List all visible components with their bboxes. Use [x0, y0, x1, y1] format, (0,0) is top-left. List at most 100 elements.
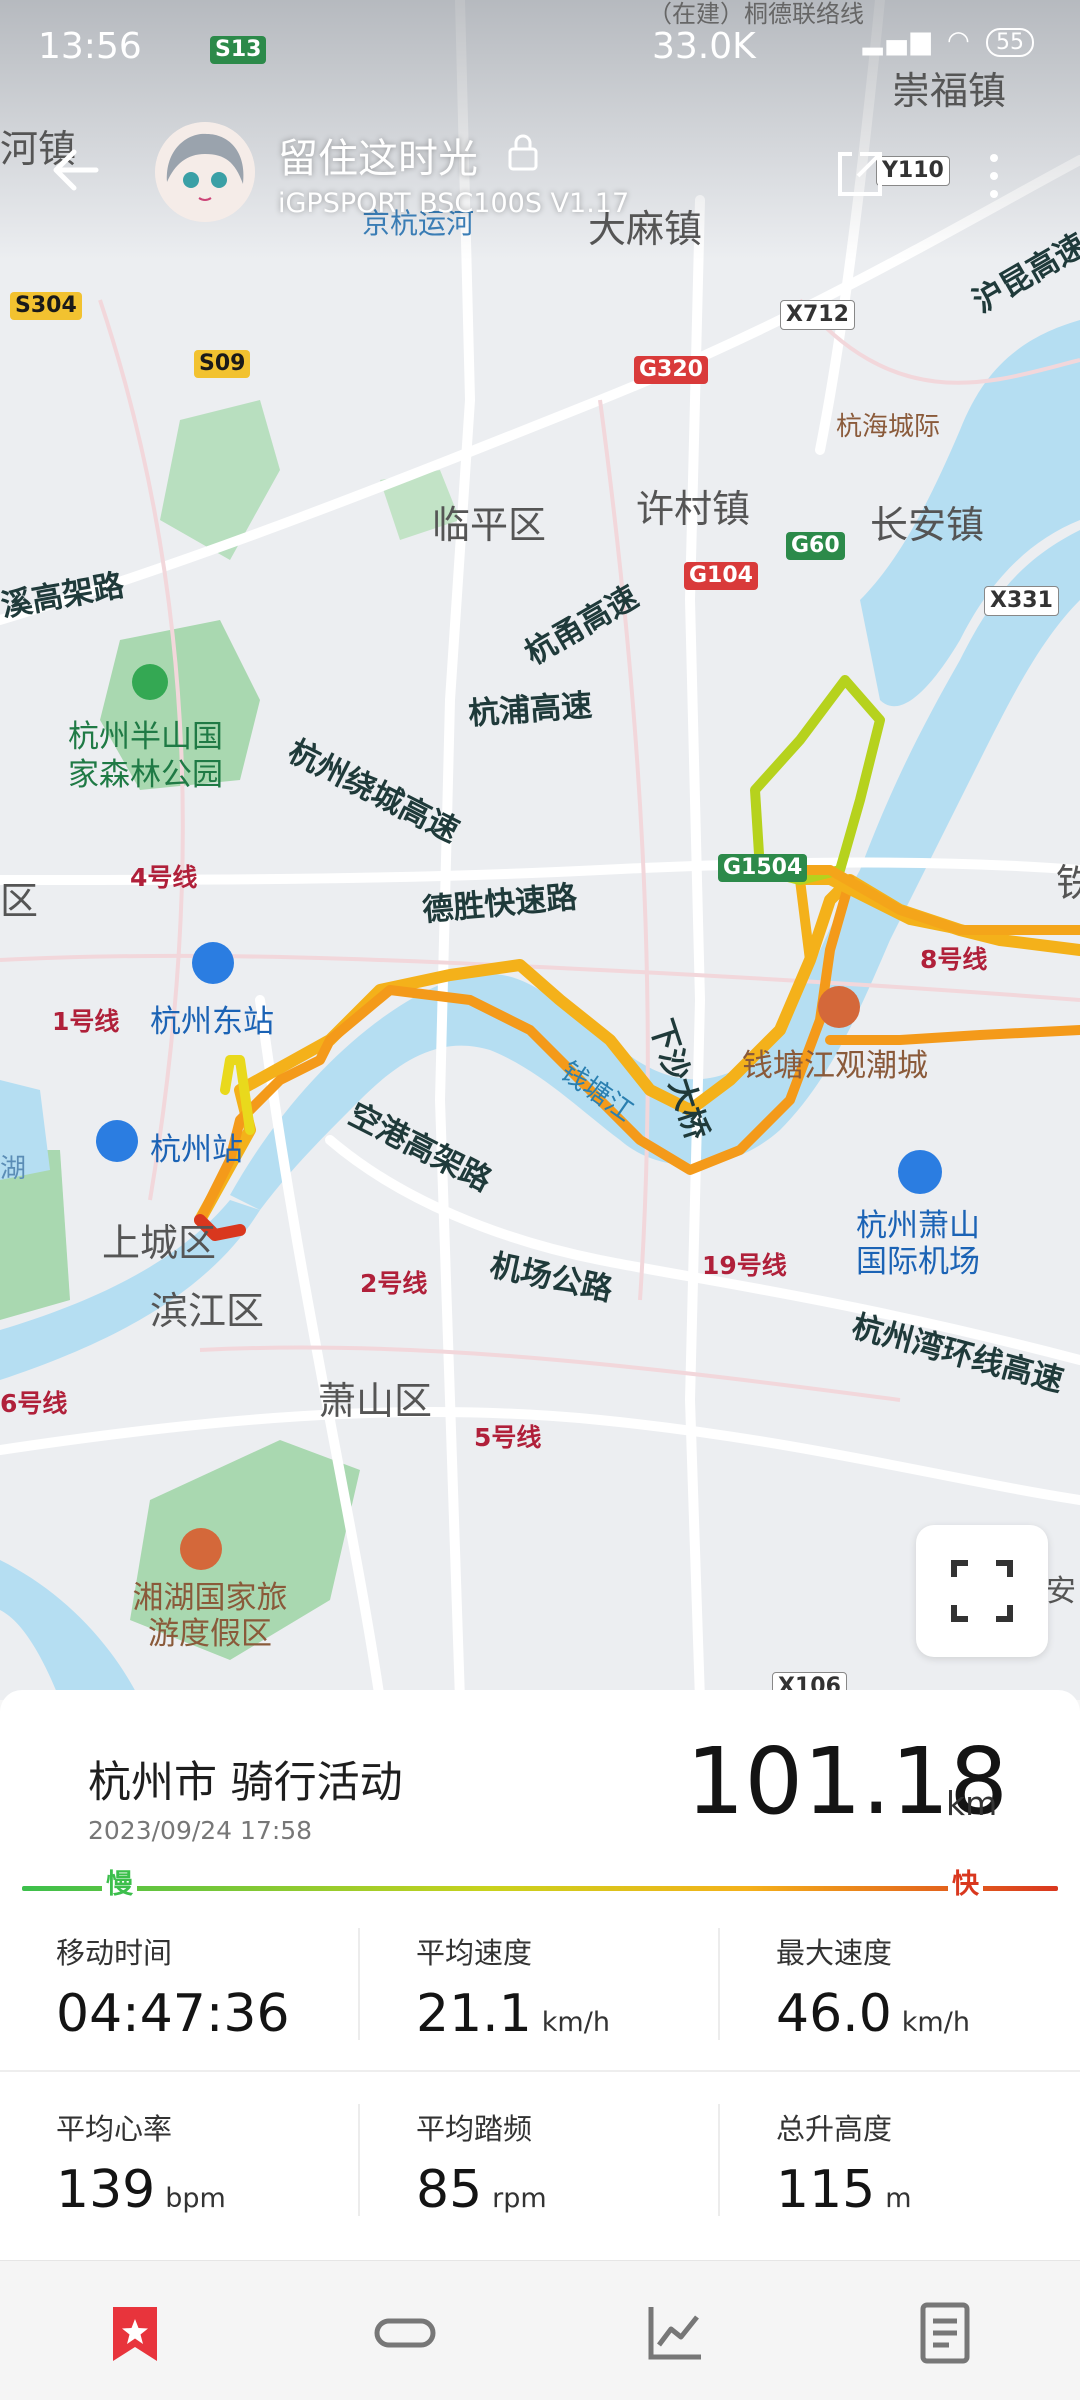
- anime-avatar-icon: [155, 122, 255, 222]
- nav-charts-button[interactable]: [643, 2301, 707, 2365]
- poi-label[interactable]: 钱塘江观潮城: [742, 1040, 928, 1085]
- stat-unit: rpm: [492, 2183, 547, 2214]
- place-label: 滨江区: [150, 1289, 265, 1333]
- place-label: 上城区: [102, 1221, 217, 1265]
- bookmark-icon: [113, 2307, 157, 2361]
- stat-label: 平均踏频: [416, 2112, 533, 2146]
- signal-icon: ▂▄▆: [862, 26, 935, 56]
- back-button[interactable]: [46, 140, 106, 200]
- status-time: 13:56: [38, 26, 142, 67]
- divider: [0, 2070, 1080, 2072]
- share-button[interactable]: [832, 146, 888, 202]
- stat-avg-cadence: 平均踏频 85 rpm: [416, 2106, 736, 2220]
- stat-label: 平均心率: [56, 2112, 173, 2146]
- highway-shield: G1504: [718, 854, 808, 882]
- chart-icon: [648, 2307, 701, 2360]
- highway-shield: X331: [984, 586, 1059, 616]
- nav-details-button[interactable]: [913, 2301, 977, 2365]
- stat-avg-speed: 平均速度 21.1 km/h: [416, 1930, 736, 2044]
- stat-avg-heart-rate: 平均心率 139 bpm: [56, 2106, 376, 2220]
- stat-value: 139: [56, 2160, 156, 2220]
- document-icon: [920, 2302, 970, 2364]
- stat-total-ascent: 总升高度 115 m: [776, 2106, 1080, 2220]
- scale-fast-label: 快: [948, 1862, 983, 1901]
- attraction-icon: [818, 986, 860, 1028]
- train-station-icon: [96, 1120, 138, 1162]
- place-label: 湖: [0, 1154, 27, 1184]
- stat-label: 移动时间: [56, 1936, 173, 1970]
- metro-label: 1号线: [52, 1007, 120, 1036]
- signal-icons: ▂▄▆ ◠ 55: [863, 26, 1034, 57]
- route-map[interactable]: 崇福镇 河镇 大麻镇 临平区 许村镇 长安镇 杭海城际 上城区 滨江区 萧山区 …: [0, 0, 1080, 1700]
- airport-icon: [898, 1150, 942, 1194]
- bottom-nav: [0, 2260, 1080, 2400]
- place-label: 长安镇: [870, 503, 985, 547]
- page-title: 留住这时光: [278, 136, 478, 182]
- highway-shield: S304: [10, 292, 82, 320]
- stat-unit: m: [885, 2183, 912, 2214]
- stat-moving-time: 移动时间 04:47:36: [56, 1930, 376, 2044]
- highway-shield: G104: [684, 562, 758, 590]
- attraction-icon: [180, 1528, 222, 1570]
- stat-value: 21.1: [416, 1984, 532, 2044]
- highway-shield: X712: [780, 300, 855, 330]
- stat-unit: km/h: [901, 2007, 970, 2038]
- place-label: 安: [1046, 1574, 1076, 1609]
- divider: [718, 2104, 720, 2216]
- network-rate: 33.0K: [652, 26, 756, 67]
- activity-summary-panel: 杭州市 骑行活动 2023/09/24 17:58 101.18 km 慢 快 …: [0, 1690, 1080, 2260]
- highway-shield: G320: [634, 356, 708, 384]
- station-label[interactable]: 杭州站: [150, 1124, 243, 1169]
- metro-label: 6号线: [0, 1389, 68, 1418]
- nav-segments-button[interactable]: [373, 2301, 437, 2365]
- divider: [358, 1928, 360, 2040]
- train-station-icon: [192, 942, 234, 984]
- lock-icon: [508, 134, 538, 171]
- battery-icon: 55: [986, 28, 1034, 57]
- stat-value: 04:47:36: [56, 1984, 290, 2044]
- stat-label: 最大速度: [776, 1936, 893, 1970]
- stat-value: 115: [776, 2160, 876, 2220]
- stat-value: 85: [416, 2160, 483, 2220]
- fullscreen-button[interactable]: [916, 1525, 1048, 1657]
- highway-shield: S09: [194, 350, 251, 378]
- place-label: 铁: [1056, 861, 1080, 905]
- poi-label: 杭州半山国家森林公园: [68, 719, 223, 793]
- stat-value: 46.0: [776, 1984, 892, 2044]
- poi-label[interactable]: 湘湖国家旅游度假区: [120, 1580, 300, 1652]
- airport-label[interactable]: 杭州萧山国际机场: [856, 1208, 996, 1280]
- link-icon: [374, 2318, 436, 2348]
- activity-title: 杭州市 骑行活动: [88, 1758, 403, 1808]
- speed-scale-bar: [22, 1886, 1058, 1891]
- metro-label: 19号线: [702, 1251, 787, 1280]
- arrow-left-icon: [53, 149, 99, 191]
- activity-date: 2023/09/24 17:58: [88, 1816, 313, 1845]
- nav-summary-button[interactable]: [103, 2301, 167, 2365]
- metro-label: 8号线: [920, 945, 988, 974]
- road-label: 杭浦高速: [467, 687, 594, 733]
- divider: [718, 1928, 720, 2040]
- stat-max-speed: 最大速度 46.0 km/h: [776, 1930, 1080, 2044]
- more-vertical-icon: [990, 154, 998, 198]
- park-icon: [132, 664, 168, 700]
- scale-slow-label: 慢: [102, 1862, 137, 1901]
- distance-unit: km: [946, 1784, 998, 1823]
- metro-label: 5号线: [474, 1423, 542, 1452]
- place-label: 杭海城际: [836, 412, 941, 442]
- place-label: 许村镇: [636, 487, 751, 531]
- wifi-icon: ◠: [947, 26, 974, 56]
- stat-label: 平均速度: [416, 1936, 533, 1970]
- avatar[interactable]: [155, 122, 255, 222]
- fullscreen-icon: [951, 1560, 1013, 1622]
- metro-label: 4号线: [130, 863, 198, 892]
- metro-label: 2号线: [360, 1269, 428, 1298]
- place-label: 区: [0, 879, 39, 923]
- device-subtitle: iGPSPORT BSC100S V1.17: [278, 188, 630, 219]
- share-icon: [838, 152, 882, 196]
- divider: [358, 2104, 360, 2216]
- more-button[interactable]: [980, 148, 1008, 204]
- place-label: 萧山区: [318, 1379, 433, 1423]
- stat-unit: km/h: [541, 2007, 610, 2038]
- station-label[interactable]: 杭州东站: [150, 996, 274, 1041]
- status-bar: 13:56 33.0K ▂▄▆ ◠ 55: [0, 0, 1080, 96]
